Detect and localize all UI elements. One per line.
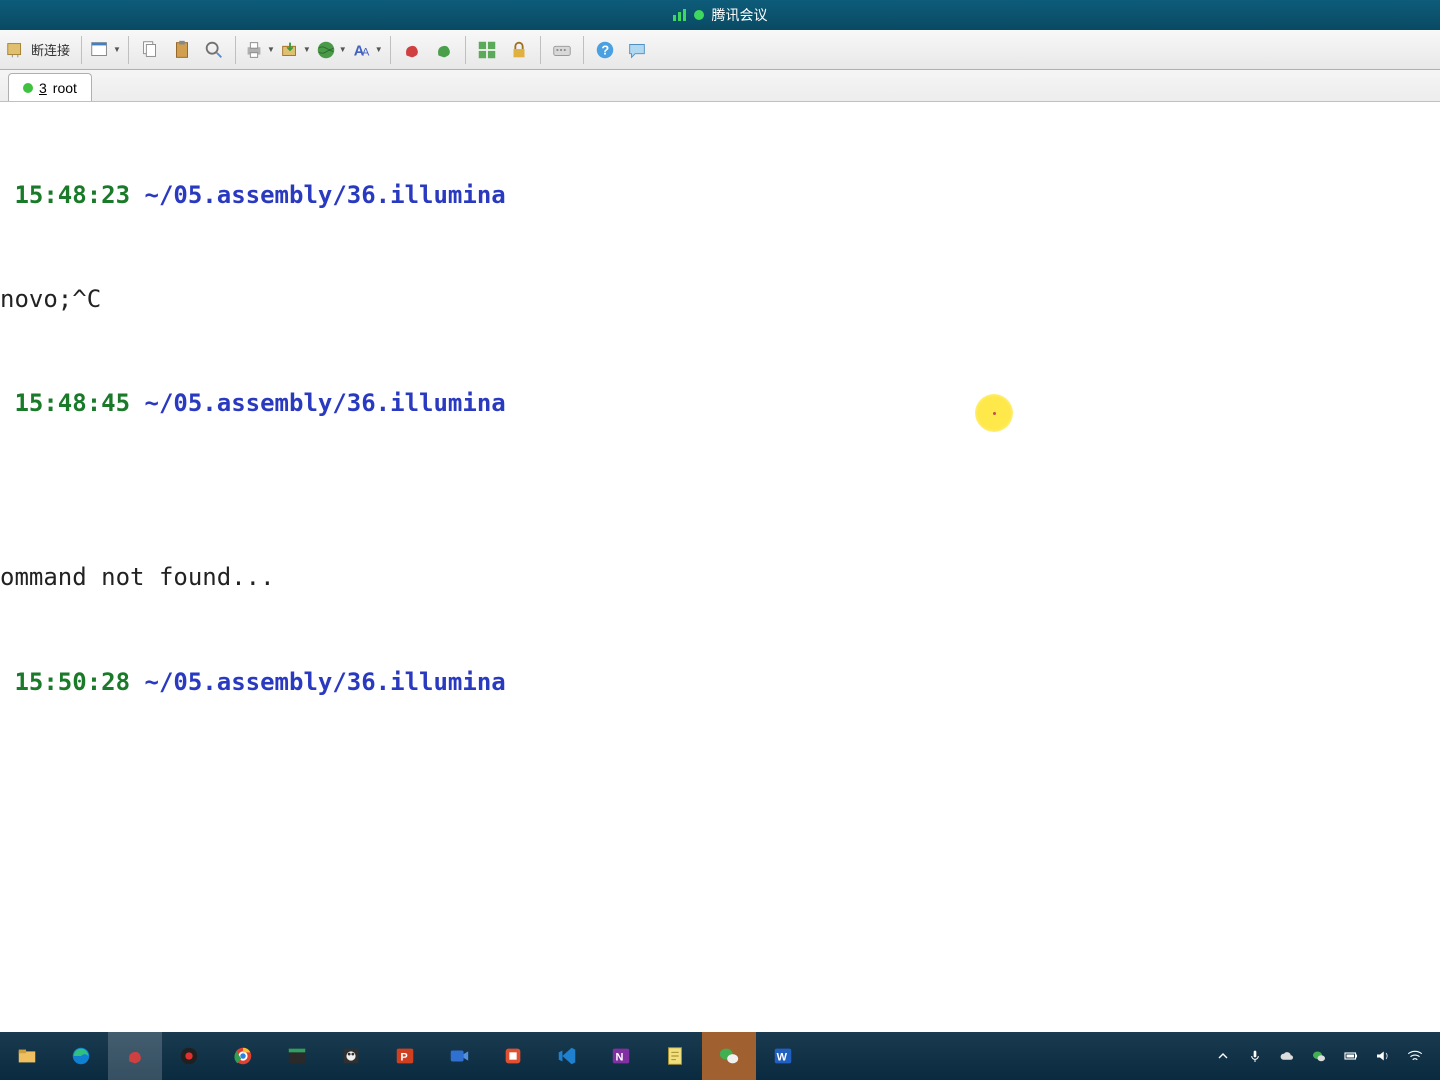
- tray-cloud-icon[interactable]: [1278, 1047, 1296, 1065]
- session-tab-root[interactable]: 3 root: [8, 73, 92, 101]
- terminal-output: novo;^C: [0, 282, 1440, 317]
- chevron-down-icon: ▼: [113, 45, 121, 54]
- chevron-down-icon: ▼: [267, 45, 275, 54]
- taskbar-apps: P N W: [0, 1032, 810, 1080]
- chevron-down-icon: ▼: [339, 45, 347, 54]
- taskbar-app-files[interactable]: [0, 1032, 54, 1080]
- print-button[interactable]: ▼: [242, 35, 276, 65]
- recording-dot-icon: [694, 10, 704, 20]
- prompt-path: ~/05.assembly/36.illumina: [130, 668, 506, 696]
- tray-volume-icon[interactable]: [1374, 1047, 1392, 1065]
- taskbar-app-edge[interactable]: [54, 1032, 108, 1080]
- toolbar-separator: [390, 36, 391, 64]
- paste-button[interactable]: [167, 35, 197, 65]
- tab-name: root: [53, 80, 77, 96]
- session-button[interactable]: ▼: [88, 35, 122, 65]
- copy-button[interactable]: [135, 35, 165, 65]
- connect-button[interactable]: 断连接: [4, 35, 75, 65]
- svg-text:W: W: [777, 1052, 788, 1064]
- keyboard-button[interactable]: [547, 35, 577, 65]
- toolbar-separator: [128, 36, 129, 64]
- taskbar-app-powerpoint[interactable]: P: [378, 1032, 432, 1080]
- tray-wifi-icon[interactable]: [1406, 1047, 1424, 1065]
- toolbar-separator: [540, 36, 541, 64]
- tab-index: 3: [39, 80, 47, 96]
- font-button[interactable]: AA ▼: [350, 35, 384, 65]
- connect-label: 断连接: [27, 40, 74, 59]
- toolbar-separator: [583, 36, 584, 64]
- chevron-down-icon: ▼: [375, 45, 383, 54]
- transfer-button[interactable]: ▼: [278, 35, 312, 65]
- prompt-time: 15:50:28: [0, 668, 130, 696]
- find-button[interactable]: [199, 35, 229, 65]
- windows-taskbar: P N W: [0, 1032, 1440, 1080]
- lock-button[interactable]: [504, 35, 534, 65]
- taskbar-app-chrome[interactable]: [216, 1032, 270, 1080]
- taskbar-app-onenote[interactable]: N: [594, 1032, 648, 1080]
- prompt-path: ~/05.assembly/36.illumina: [130, 389, 506, 417]
- taskbar-app-clip[interactable]: [486, 1032, 540, 1080]
- taskbar-app-word[interactable]: W: [756, 1032, 810, 1080]
- tray-battery-icon[interactable]: [1342, 1047, 1360, 1065]
- taskbar-app-vscode[interactable]: [540, 1032, 594, 1080]
- chat-button[interactable]: [622, 35, 652, 65]
- taskbar-app-xshell[interactable]: [108, 1032, 162, 1080]
- terminal-output: ommand not found...: [0, 560, 1440, 595]
- taskbar-app-mobaxterm[interactable]: [324, 1032, 378, 1080]
- terminal-pane[interactable]: 15:48:23 ~/05.assembly/36.illumina novo;…: [0, 102, 1440, 1032]
- tray-wechat-icon[interactable]: [1310, 1047, 1328, 1065]
- system-tray: [1214, 1047, 1440, 1065]
- app-toolbar: 断连接 ▼ ▼ ▼ ▼ AA ▼: [0, 30, 1440, 70]
- toolbar-separator: [465, 36, 466, 64]
- prompt-path: ~/05.assembly/36.illumina: [130, 181, 506, 209]
- taskbar-app-record[interactable]: [162, 1032, 216, 1080]
- taskbar-app-terminal[interactable]: [270, 1032, 324, 1080]
- cursor-highlight-icon: [975, 394, 1013, 432]
- globe-button[interactable]: ▼: [314, 35, 348, 65]
- macro-red-button[interactable]: [397, 35, 427, 65]
- tile-button[interactable]: [472, 35, 502, 65]
- meeting-title: 腾讯会议: [712, 5, 768, 25]
- help-button[interactable]: ?: [590, 35, 620, 65]
- chevron-down-icon: ▼: [303, 45, 311, 54]
- prompt-time: 15:48:45: [0, 389, 130, 417]
- taskbar-app-meeting[interactable]: [432, 1032, 486, 1080]
- svg-text:?: ?: [601, 42, 609, 57]
- svg-text:A: A: [362, 46, 370, 58]
- svg-text:P: P: [400, 1052, 407, 1064]
- toolbar-separator: [235, 36, 236, 64]
- taskbar-app-notes[interactable]: [648, 1032, 702, 1080]
- prompt-time: 15:48:23: [0, 181, 130, 209]
- svg-text:N: N: [616, 1052, 624, 1064]
- signal-icon: [673, 9, 686, 21]
- toolbar-separator: [81, 36, 82, 64]
- session-tabbar: 3 root: [0, 70, 1440, 102]
- meeting-titlebar: 腾讯会议: [0, 0, 1440, 30]
- taskbar-app-wechat[interactable]: [702, 1032, 756, 1080]
- macro-green-button[interactable]: [429, 35, 459, 65]
- connected-dot-icon: [23, 83, 33, 93]
- tray-mic-icon[interactable]: [1246, 1047, 1264, 1065]
- tray-expand-icon[interactable]: [1214, 1047, 1232, 1065]
